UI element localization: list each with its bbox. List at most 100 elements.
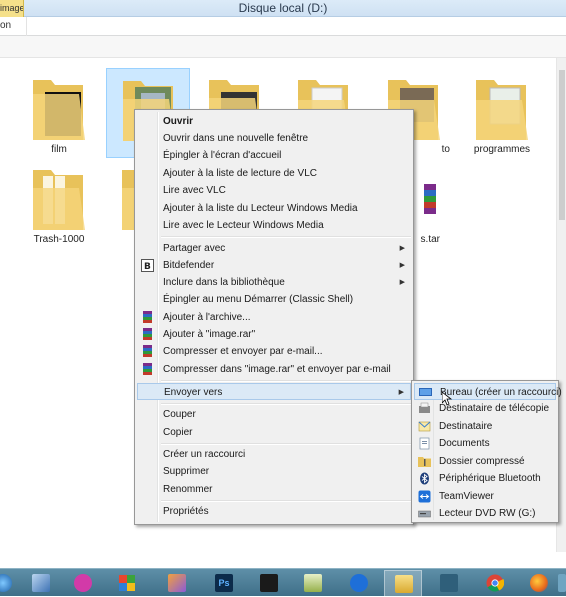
menu-item-add-archive[interactable]: Ajouter à l'archive... [137, 309, 411, 326]
paint-icon [168, 574, 186, 592]
winrar-icon [143, 363, 152, 375]
submenu-arrow-icon: ▶ [399, 245, 405, 252]
zip-folder-icon [418, 457, 431, 467]
submenu-item-label: Périphérique Bluetooth [439, 473, 541, 484]
menu-item-label: Renommer [163, 484, 213, 495]
taskbar: Ps [0, 568, 566, 597]
menu-item-add-image-rar[interactable]: Ajouter à "image.rar" [137, 326, 411, 343]
menu-item-pin-start[interactable]: Épingler à l'écran d'accueil [137, 147, 411, 164]
menu-item-bitdefender[interactable]: B Bitdefender ▶ [137, 257, 411, 274]
folder-item[interactable]: programmes [460, 68, 544, 158]
taskbar-app-editor[interactable] [294, 570, 332, 597]
menu-item-label: Propriétés [163, 506, 209, 517]
menu-item-ouvrir[interactable]: Ouvrir [137, 113, 411, 130]
send-to-documents[interactable]: Documents [414, 435, 556, 452]
menu-item-create-shortcut[interactable]: Créer un raccourci [137, 446, 411, 463]
taskbar-app-network[interactable] [430, 570, 468, 597]
taskbar-app-photoshop[interactable]: Ps [205, 570, 243, 597]
menu-item-cut[interactable]: Couper [137, 406, 411, 423]
menu-item-rename[interactable]: Renommer [137, 481, 411, 498]
menu-item-compress-email[interactable]: Compresser et envoyer par e-mail... [137, 343, 411, 360]
menu-item-label: Ajouter à la liste de lecture de VLC [163, 168, 317, 179]
submenu-item-label: Destinataire de télécopie [439, 403, 550, 414]
menu-item-label: Envoyer vers [164, 387, 223, 398]
window-title: Disque local (D:) [238, 1, 328, 15]
window-titlebar[interactable]: image Disque local (D:) [0, 0, 566, 17]
bitdefender-icon: B [141, 259, 154, 272]
bluetooth-icon [420, 472, 429, 485]
menu-item-copy[interactable]: Copier [137, 424, 411, 441]
windows-flag-icon [119, 575, 135, 591]
taskbar-app-chrome[interactable] [476, 570, 514, 597]
submenu-item-label: Bureau (créer un raccourci) [440, 387, 562, 398]
menu-item-label: Partager avec [163, 243, 226, 254]
submenu-arrow-icon: ▶ [399, 279, 405, 286]
menu-item-include-library[interactable]: Inclure dans la bibliothèque ▶ [137, 274, 411, 291]
taskbar-app-3dsmax[interactable] [250, 570, 288, 597]
submenu-arrow-icon: ▶ [399, 262, 405, 269]
send-to-teamviewer[interactable]: TeamViewer [414, 488, 556, 505]
taskbar-overflow[interactable] [556, 570, 566, 597]
folder-icon [33, 80, 85, 140]
menu-separator [161, 403, 411, 405]
menu-item-share-with[interactable]: Partager avec ▶ [137, 240, 411, 257]
menu-item-label: Lire avec VLC [163, 185, 226, 196]
menu-item-label: Ajouter à la liste du Lecteur Windows Me… [163, 203, 358, 214]
menu-item-label: Épingler à l'écran d'accueil [163, 150, 282, 161]
ribbon-tab-fragment[interactable]: on [0, 20, 11, 31]
folder-item[interactable]: film [17, 68, 101, 158]
folder-label: programmes [473, 144, 531, 155]
ribbon: on [0, 17, 566, 36]
menu-item-label: Inclure dans la bibliothèque [163, 277, 285, 288]
magenta-app-icon [74, 574, 92, 592]
taskbar-start-orb[interactable] [0, 570, 22, 597]
address-bar-area [0, 36, 566, 58]
send-to-fax[interactable]: Destinataire de télécopie [414, 400, 556, 417]
ribbon-divider [26, 17, 27, 36]
send-to-bluetooth[interactable]: Périphérique Bluetooth [414, 470, 556, 487]
network-icon [440, 574, 458, 592]
taskbar-app-magenta[interactable] [64, 570, 102, 597]
virtualbox-icon [32, 574, 50, 592]
teamviewer-icon [350, 574, 368, 592]
send-to-zip-folder[interactable]: Dossier compressé [414, 453, 556, 470]
menu-item-label: Compresser et envoyer par e-mail... [163, 346, 323, 357]
menu-item-label: Créer un raccourci [163, 449, 246, 460]
menu-item-label: Compresser dans "image.rar" et envoyer p… [163, 364, 391, 375]
menu-item-vlc-add-playlist[interactable]: Ajouter à la liste de lecture de VLC [137, 165, 411, 182]
taskbar-app-teamviewer[interactable] [340, 570, 378, 597]
menu-item-label: Lire avec le Lecteur Windows Media [163, 220, 324, 231]
send-to-desktop[interactable]: Bureau (créer un raccourci) [414, 383, 562, 400]
submenu-arrow-icon: ▶ [398, 389, 404, 396]
menu-separator [161, 500, 411, 502]
taskbar-app-firefox[interactable] [520, 570, 558, 597]
desktop-icon [419, 388, 432, 396]
folder-item[interactable]: Trash-1000 [17, 158, 101, 248]
folder-icon [33, 170, 85, 230]
documents-icon [419, 437, 430, 450]
menu-item-compress-rar-email[interactable]: Compresser dans "image.rar" et envoyer p… [137, 361, 411, 378]
taskbar-app-paint[interactable] [158, 570, 196, 597]
menu-item-properties[interactable]: Propriétés [137, 503, 411, 520]
menu-item-delete[interactable]: Supprimer [137, 463, 411, 480]
menu-separator [161, 443, 411, 445]
menu-item-play-wmp[interactable]: Lire avec le Lecteur Windows Media [137, 217, 411, 234]
menu-item-label: Bitdefender [163, 260, 215, 271]
menu-item-label: Ajouter à "image.rar" [163, 329, 256, 340]
menu-item-pin-classic-shell[interactable]: Épingler au menu Démarrer (Classic Shell… [137, 291, 411, 308]
menu-item-wmp-add-list[interactable]: Ajouter à la liste du Lecteur Windows Me… [137, 200, 411, 217]
taskbar-app-windows-flag[interactable] [108, 570, 146, 597]
taskbar-app-virtualbox[interactable] [22, 570, 60, 597]
svg-text:B: B [144, 262, 151, 272]
menu-item-label: Copier [163, 427, 193, 438]
taskbar-app-explorer[interactable] [384, 570, 422, 597]
menu-item-open-new-window[interactable]: Ouvrir dans une nouvelle fenêtre [137, 130, 411, 147]
menu-item-play-vlc[interactable]: Lire avec VLC [137, 182, 411, 199]
chrome-icon [486, 574, 504, 592]
send-to-dvd-drive[interactable]: Lecteur DVD RW (G:) [414, 505, 556, 522]
send-to-mail-recipient[interactable]: Destinataire [414, 418, 556, 435]
submenu-item-label: TeamViewer [439, 491, 494, 502]
menu-item-send-to[interactable]: Envoyer vers ▶ [137, 383, 411, 400]
scrollbar-thumb[interactable] [559, 70, 565, 220]
editor-icon [304, 574, 322, 592]
